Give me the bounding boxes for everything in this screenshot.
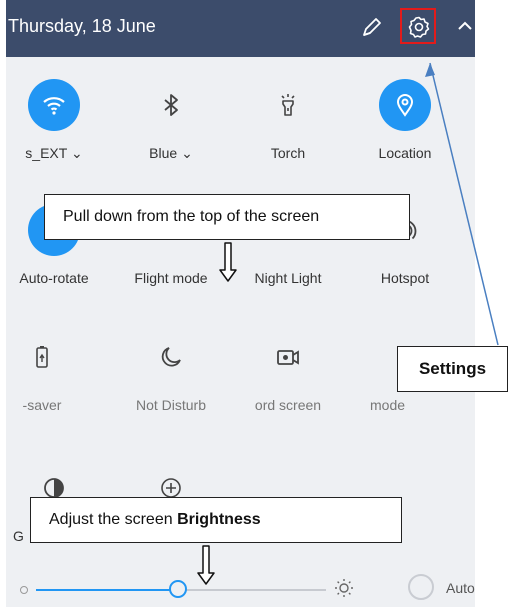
- settings-button[interactable]: [400, 8, 436, 44]
- gear-icon: [408, 16, 430, 38]
- tile-label: s_EXT ⌄: [25, 145, 83, 161]
- brightness-fill: [36, 589, 173, 591]
- tile-screen-record[interactable]: ord screen: [233, 331, 343, 441]
- status-header: Thursday, 18 June: [6, 0, 475, 57]
- bluetooth-icon: [158, 92, 184, 118]
- auto-brightness-toggle[interactable]: [408, 574, 434, 600]
- tile-label: mode: [370, 397, 406, 413]
- tile-label: Not Disturb: [135, 397, 207, 413]
- tile-do-not-disturb[interactable]: Not Disturb: [116, 331, 226, 441]
- location-icon: [392, 92, 418, 118]
- date-label: Thursday, 18 June: [8, 16, 156, 36]
- pull-down-callout: Pull down from the top of the screen: [44, 194, 410, 240]
- edit-icon[interactable]: [358, 15, 384, 41]
- sun-icon: [334, 578, 354, 598]
- pull-down-text: Pull down from the top of the screen: [63, 208, 320, 225]
- brightness-callout-bold: Brightness: [177, 511, 261, 528]
- tile-label: Flight mode: [134, 270, 208, 286]
- tile-torch[interactable]: Torch: [233, 79, 343, 189]
- wifi-icon: [41, 92, 67, 118]
- brightness-callout: Adjust the screen Brightness: [30, 497, 402, 543]
- battery-saver-icon: [29, 344, 55, 370]
- tile-battery-saver[interactable]: -saver: [6, 331, 97, 441]
- tile-label: ord screen: [254, 397, 322, 413]
- tile-wifi[interactable]: s_EXT ⌄: [6, 79, 109, 189]
- torch-icon: [275, 92, 301, 118]
- settings-callout-text: Settings: [418, 359, 487, 378]
- pointer-line: [425, 62, 499, 346]
- tile-label: Torch: [270, 145, 306, 161]
- tile-label: Blue ⌄: [149, 145, 193, 161]
- screen-record-icon: [275, 344, 301, 370]
- brightness-thumb[interactable]: [169, 580, 188, 598]
- auto-brightness-label: Auto: [446, 580, 475, 596]
- down-arrow-icon: [197, 545, 215, 585]
- tile-label: -saver: [22, 397, 62, 413]
- brightness-low-icon: [20, 586, 28, 594]
- down-arrow-icon: [219, 242, 237, 282]
- chevron-up-icon[interactable]: [455, 16, 475, 36]
- brightness-callout-prefix: Adjust the screen: [49, 511, 178, 528]
- moon-icon: [158, 344, 184, 370]
- settings-callout: Settings: [397, 346, 508, 392]
- tile-bluetooth[interactable]: Blue ⌄: [116, 79, 226, 189]
- tile-label: Auto-rotate: [19, 270, 89, 286]
- tile-label: Night Light: [254, 270, 322, 286]
